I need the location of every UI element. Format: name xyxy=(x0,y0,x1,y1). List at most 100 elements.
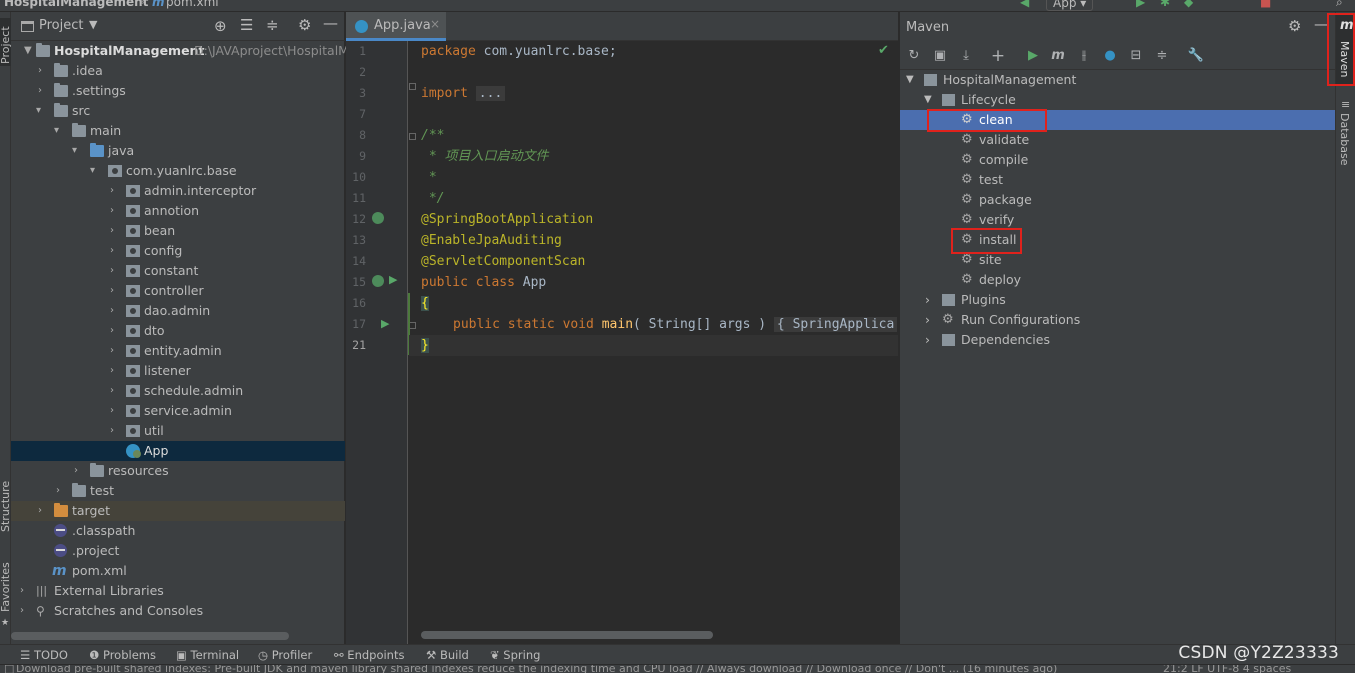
profiler-tool-button[interactable]: ◷ Profiler xyxy=(258,645,312,665)
todo-tool-button[interactable]: ☰ TODO xyxy=(20,645,68,665)
status-message[interactable]: Download pre-built shared indexes: Pre-b… xyxy=(16,665,1057,673)
tree-item[interactable]: › util xyxy=(11,421,345,441)
tree-item[interactable]: › test xyxy=(11,481,345,501)
tree-item[interactable]: ▾ src xyxy=(11,101,345,121)
chevron-right-icon[interactable]: › xyxy=(38,61,48,81)
tree-item[interactable]: › service.admin xyxy=(11,401,345,421)
expand-all-icon[interactable]: ☰ xyxy=(240,16,253,34)
chevron-right-icon[interactable]: › xyxy=(110,421,120,441)
skip-tests-icon[interactable]: ● xyxy=(1101,47,1119,65)
reload-icon[interactable]: ↻ xyxy=(905,47,923,65)
tree-item[interactable]: › bean xyxy=(11,221,345,241)
folded-region[interactable]: ... xyxy=(475,86,506,101)
maven-goal-test[interactable]: ⚙ test xyxy=(900,170,1336,190)
maven-goal-compile[interactable]: ⚙ compile xyxy=(900,150,1336,170)
maven-root-row[interactable]: ▼ HospitalManagement xyxy=(900,70,1336,90)
chevron-right-icon[interactable]: › xyxy=(110,401,120,421)
run-icon[interactable]: ▶ xyxy=(381,317,389,330)
tree-item[interactable]: › dao.admin xyxy=(11,301,345,321)
maven-goal-package[interactable]: ⚙ package xyxy=(900,190,1336,210)
spring-tool-button[interactable]: ❦ Spring xyxy=(490,645,540,665)
chevron-right-icon[interactable]: › xyxy=(110,261,120,281)
add-icon[interactable]: + xyxy=(989,47,1007,65)
status-right-info[interactable]: 21:2 LF UTF-8 4 spaces xyxy=(1163,665,1291,673)
tree-item[interactable]: ▾ main xyxy=(11,121,345,141)
chevron-down-icon[interactable]: ▾ xyxy=(36,101,46,121)
generate-sources-icon[interactable]: ▣ xyxy=(931,47,949,65)
chevron-down-icon[interactable]: ▾ xyxy=(54,121,64,141)
chevron-down-icon[interactable]: ▼ xyxy=(89,18,97,31)
problems-tool-button[interactable]: ❶ Problems xyxy=(89,645,156,665)
database-tool-tab[interactable]: Database xyxy=(1338,113,1351,166)
tree-item[interactable]: › .idea xyxy=(11,61,345,81)
chevron-right-icon[interactable]: › xyxy=(110,221,120,241)
check-icon[interactable]: ✔ xyxy=(878,43,889,58)
show-dependencies-icon[interactable]: ⊟ xyxy=(1127,47,1145,65)
endpoints-tool-button[interactable]: ⚯ Endpoints xyxy=(334,645,404,665)
chevron-right-icon[interactable]: › xyxy=(110,361,120,381)
spring-bean-icon[interactable] xyxy=(372,212,384,224)
horizontal-scrollbar[interactable] xyxy=(11,632,289,640)
chevron-down-icon[interactable]: ▼ xyxy=(924,90,932,110)
collapse-all-icon[interactable]: ≑ xyxy=(266,16,279,34)
tree-item[interactable]: › controller xyxy=(11,281,345,301)
tree-item[interactable]: › listener xyxy=(11,361,345,381)
tree-item[interactable]: ▾ java xyxy=(11,141,345,161)
tree-item[interactable]: › .settings xyxy=(11,81,345,101)
fold-icon[interactable] xyxy=(409,322,416,329)
breadcrumb-project[interactable]: HospitalManagement xyxy=(4,0,148,9)
spring-bean-icon[interactable] xyxy=(372,275,384,287)
tree-item[interactable]: › dto xyxy=(11,321,345,341)
chevron-right-icon[interactable]: › xyxy=(110,241,120,261)
chevron-right-icon[interactable]: › xyxy=(38,501,48,521)
chevron-right-icon[interactable]: › xyxy=(110,341,120,361)
run-icon[interactable]: ▶ xyxy=(389,273,397,286)
tree-item[interactable]: ▾ com.yuanlrc.base xyxy=(11,161,345,181)
tree-item[interactable]: › schedule.admin xyxy=(11,381,345,401)
build-tool-button[interactable]: ⚒ Build xyxy=(426,645,469,665)
tree-item[interactable]: .classpath xyxy=(11,521,345,541)
execute-goal-icon[interactable]: m xyxy=(1049,47,1067,65)
tree-item[interactable]: › annotion xyxy=(11,201,345,221)
tree-item[interactable]: › ||| External Libraries xyxy=(11,581,345,601)
chevron-down-icon[interactable]: ▼ xyxy=(906,70,914,90)
fold-icon[interactable] xyxy=(409,83,416,90)
chevron-right-icon[interactable]: › xyxy=(110,181,120,201)
tree-item-selected[interactable]: App xyxy=(11,441,345,461)
terminal-tool-button[interactable]: ▣ Terminal xyxy=(176,645,239,665)
folded-region[interactable]: { SpringApplica xyxy=(773,317,898,332)
maven-lifecycle-row[interactable]: ▼ Lifecycle xyxy=(900,90,1336,110)
chevron-down-icon[interactable]: ▾ xyxy=(72,141,82,161)
maven-plugins-row[interactable]: › Plugins xyxy=(900,290,1336,310)
run-config-selector[interactable]: App ▾ xyxy=(1046,0,1094,11)
tree-item[interactable]: › target xyxy=(11,501,345,521)
debug-icon[interactable]: ✱ xyxy=(1160,0,1170,9)
gear-icon[interactable]: ⚙ xyxy=(298,16,311,34)
chevron-right-icon[interactable]: › xyxy=(110,301,120,321)
download-icon[interactable]: ⤓ xyxy=(957,47,975,65)
horizontal-scrollbar[interactable] xyxy=(421,631,713,639)
tree-root-row[interactable]: ▼ HospitalManagement D:\JAVAproject\Hosp… xyxy=(11,41,349,61)
tab-app-java[interactable]: App.java × xyxy=(346,12,446,41)
breadcrumb-file[interactable]: pom.xml xyxy=(166,0,219,9)
chevron-right-icon[interactable]: › xyxy=(20,581,30,601)
code-editor[interactable]: 1 2 3 7 8 9 10 11 12 13 14 15 16 17 21 ▶… xyxy=(346,41,898,644)
close-icon[interactable]: × xyxy=(430,17,440,31)
run-icon[interactable]: ▶ xyxy=(1136,0,1145,9)
coverage-icon[interactable]: ◆ xyxy=(1184,0,1193,9)
chevron-right-icon[interactable]: › xyxy=(74,461,84,481)
build-hammer-icon[interactable]: ◀ xyxy=(1020,0,1029,9)
tree-item[interactable]: › entity.admin xyxy=(11,341,345,361)
collapse-all-icon[interactable]: ≑ xyxy=(1153,47,1171,65)
tree-item[interactable]: › admin.interceptor xyxy=(11,181,345,201)
maven-dependencies-row[interactable]: › Dependencies xyxy=(900,330,1336,350)
maven-goal-deploy[interactable]: ⚙ deploy xyxy=(900,270,1336,290)
maven-run-configs-row[interactable]: › ⚙ Run Configurations xyxy=(900,310,1336,330)
run-icon[interactable]: ▶ xyxy=(1024,47,1042,65)
fold-icon[interactable] xyxy=(409,133,416,140)
tree-item[interactable]: › ⚲ Scratches and Consoles xyxy=(11,601,345,621)
maven-goal-verify[interactable]: ⚙ verify xyxy=(900,210,1336,230)
project-panel-title[interactable]: Project xyxy=(39,18,83,33)
tree-item[interactable]: .project xyxy=(11,541,345,561)
search-everywhere-icon[interactable]: ⌕ xyxy=(1336,0,1343,10)
